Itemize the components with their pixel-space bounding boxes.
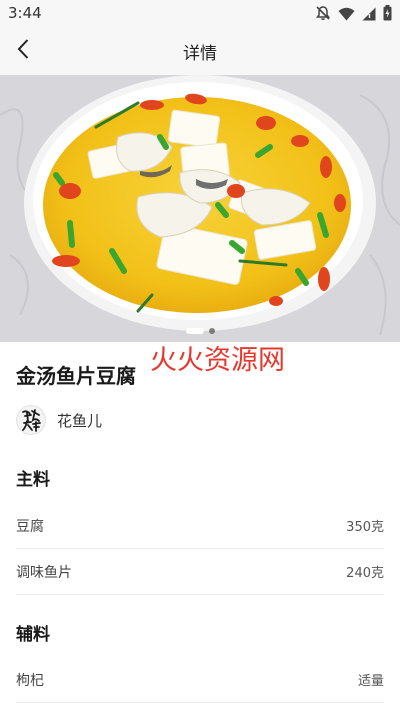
- author-row[interactable]: 花鱼儿: [16, 403, 102, 437]
- status-bar: 3:44: [0, 0, 400, 26]
- nav-bar: 详情: [0, 26, 400, 75]
- ingredient-name: 豆腐: [16, 518, 44, 535]
- side-ingredients-title: 辅料: [16, 625, 50, 645]
- ingredient-amount: 240克: [346, 566, 384, 581]
- notifications-off-icon: [315, 5, 331, 25]
- ingredient-row: 枸杞 适量: [16, 657, 384, 703]
- watermark-text: 火火资源网: [150, 345, 285, 376]
- status-time: 3:44: [8, 4, 42, 22]
- battery-icon: [383, 5, 392, 25]
- recipe-title: 金汤鱼片豆腐: [16, 364, 136, 388]
- carousel-dot-active[interactable]: [185, 328, 204, 334]
- signal-icon: [362, 6, 376, 25]
- calligraphy-avatar-icon: [22, 409, 41, 432]
- ingredient-name: 枸杞: [16, 672, 44, 689]
- carousel-indicator: [0, 328, 400, 334]
- soup-dish-illustration: [0, 75, 400, 342]
- ingredient-name: 调味鱼片: [16, 564, 72, 581]
- ingredient-row: 豆腐 350克: [16, 503, 384, 549]
- ingredient-amount: 适量: [357, 674, 384, 689]
- ingredient-amount: 350克: [346, 520, 384, 535]
- wifi-icon: [338, 6, 355, 25]
- carousel-dot[interactable]: [208, 328, 215, 334]
- avatar[interactable]: [16, 405, 46, 435]
- ingredient-row: 调味鱼片 240克: [16, 549, 384, 595]
- page-title: 详情: [183, 44, 217, 64]
- main-ingredients-title: 主料: [16, 470, 50, 490]
- status-icons: [315, 5, 392, 25]
- author-name: 花鱼儿: [57, 411, 103, 430]
- recipe-photo[interactable]: [0, 75, 400, 342]
